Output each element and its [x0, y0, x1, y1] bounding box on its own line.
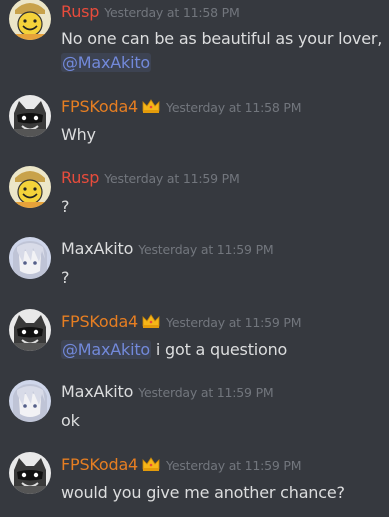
user-avatar[interactable] [9, 452, 51, 494]
author-name[interactable]: FPSKoda4 [61, 312, 138, 331]
message-item: MaxAkito Yesterday at 11:59 PM ? [0, 230, 389, 302]
author-name[interactable]: FPSKoda4 [61, 97, 138, 116]
user-avatar[interactable] [9, 309, 51, 351]
raccoon-avatar-icon [9, 309, 51, 351]
timestamp: Yesterday at 11:59 PM [104, 171, 240, 186]
author-name[interactable]: MaxAkito [61, 382, 133, 401]
message-line: i got a questiono [151, 340, 288, 359]
message-text: would you give me another chance? [61, 483, 345, 502]
message-text: Why [61, 125, 96, 144]
author-name[interactable]: MaxAkito [61, 239, 133, 258]
timestamp: Yesterday at 11:59 PM [138, 242, 274, 257]
raccoon-avatar-icon [9, 452, 51, 494]
author-name[interactable]: FPSKoda4 [61, 455, 138, 474]
user-avatar[interactable] [9, 0, 51, 40]
message-text: @MaxAkito i got a questiono [61, 340, 287, 359]
message-item: Rusp Yesterday at 11:59 PM ? [0, 159, 389, 231]
message-item: FPSKoda4 Yesterday at 11:58 PM Why [0, 87, 389, 159]
anime-avatar-icon [9, 380, 51, 422]
message-item: FPSKoda4 Yesterday at 11:59 PM would you… [0, 445, 389, 517]
message-text: ? [61, 197, 70, 216]
yellow-smiley-avatar-icon [9, 0, 51, 40]
message-line: No one can be as beautiful as your lover… [61, 29, 383, 48]
message-text: ok [61, 411, 80, 430]
message-text: No one can be as beautiful as your lover… [61, 27, 382, 75]
crown-icon [142, 99, 160, 114]
crown-icon [142, 457, 160, 472]
user-avatar[interactable] [9, 95, 51, 137]
anime-avatar-icon [9, 237, 51, 279]
timestamp: Yesterday at 11:58 PM [104, 5, 240, 20]
user-mention[interactable]: @MaxAkito [61, 53, 151, 72]
timestamp: Yesterday at 11:59 PM [166, 315, 302, 330]
yellow-smiley-avatar-icon [9, 166, 51, 208]
user-avatar[interactable] [9, 380, 51, 422]
message-item: FPSKoda4 Yesterday at 11:59 PM @MaxAkito… [0, 302, 389, 374]
message-item: Rusp Yesterday at 11:58 PM No one can be… [0, 0, 389, 72]
message-item: MaxAkito Yesterday at 11:59 PM ok [0, 373, 389, 445]
author-name[interactable]: Rusp [61, 2, 99, 21]
user-avatar[interactable] [9, 237, 51, 279]
user-avatar[interactable] [9, 166, 51, 208]
crown-icon [142, 314, 160, 329]
timestamp: Yesterday at 11:59 PM [166, 458, 302, 473]
message-text: ? [61, 268, 70, 287]
timestamp: Yesterday at 11:58 PM [166, 100, 302, 115]
timestamp: Yesterday at 11:59 PM [138, 385, 274, 400]
user-mention[interactable]: @MaxAkito [61, 340, 151, 359]
author-name[interactable]: Rusp [61, 168, 99, 187]
raccoon-avatar-icon [9, 95, 51, 137]
